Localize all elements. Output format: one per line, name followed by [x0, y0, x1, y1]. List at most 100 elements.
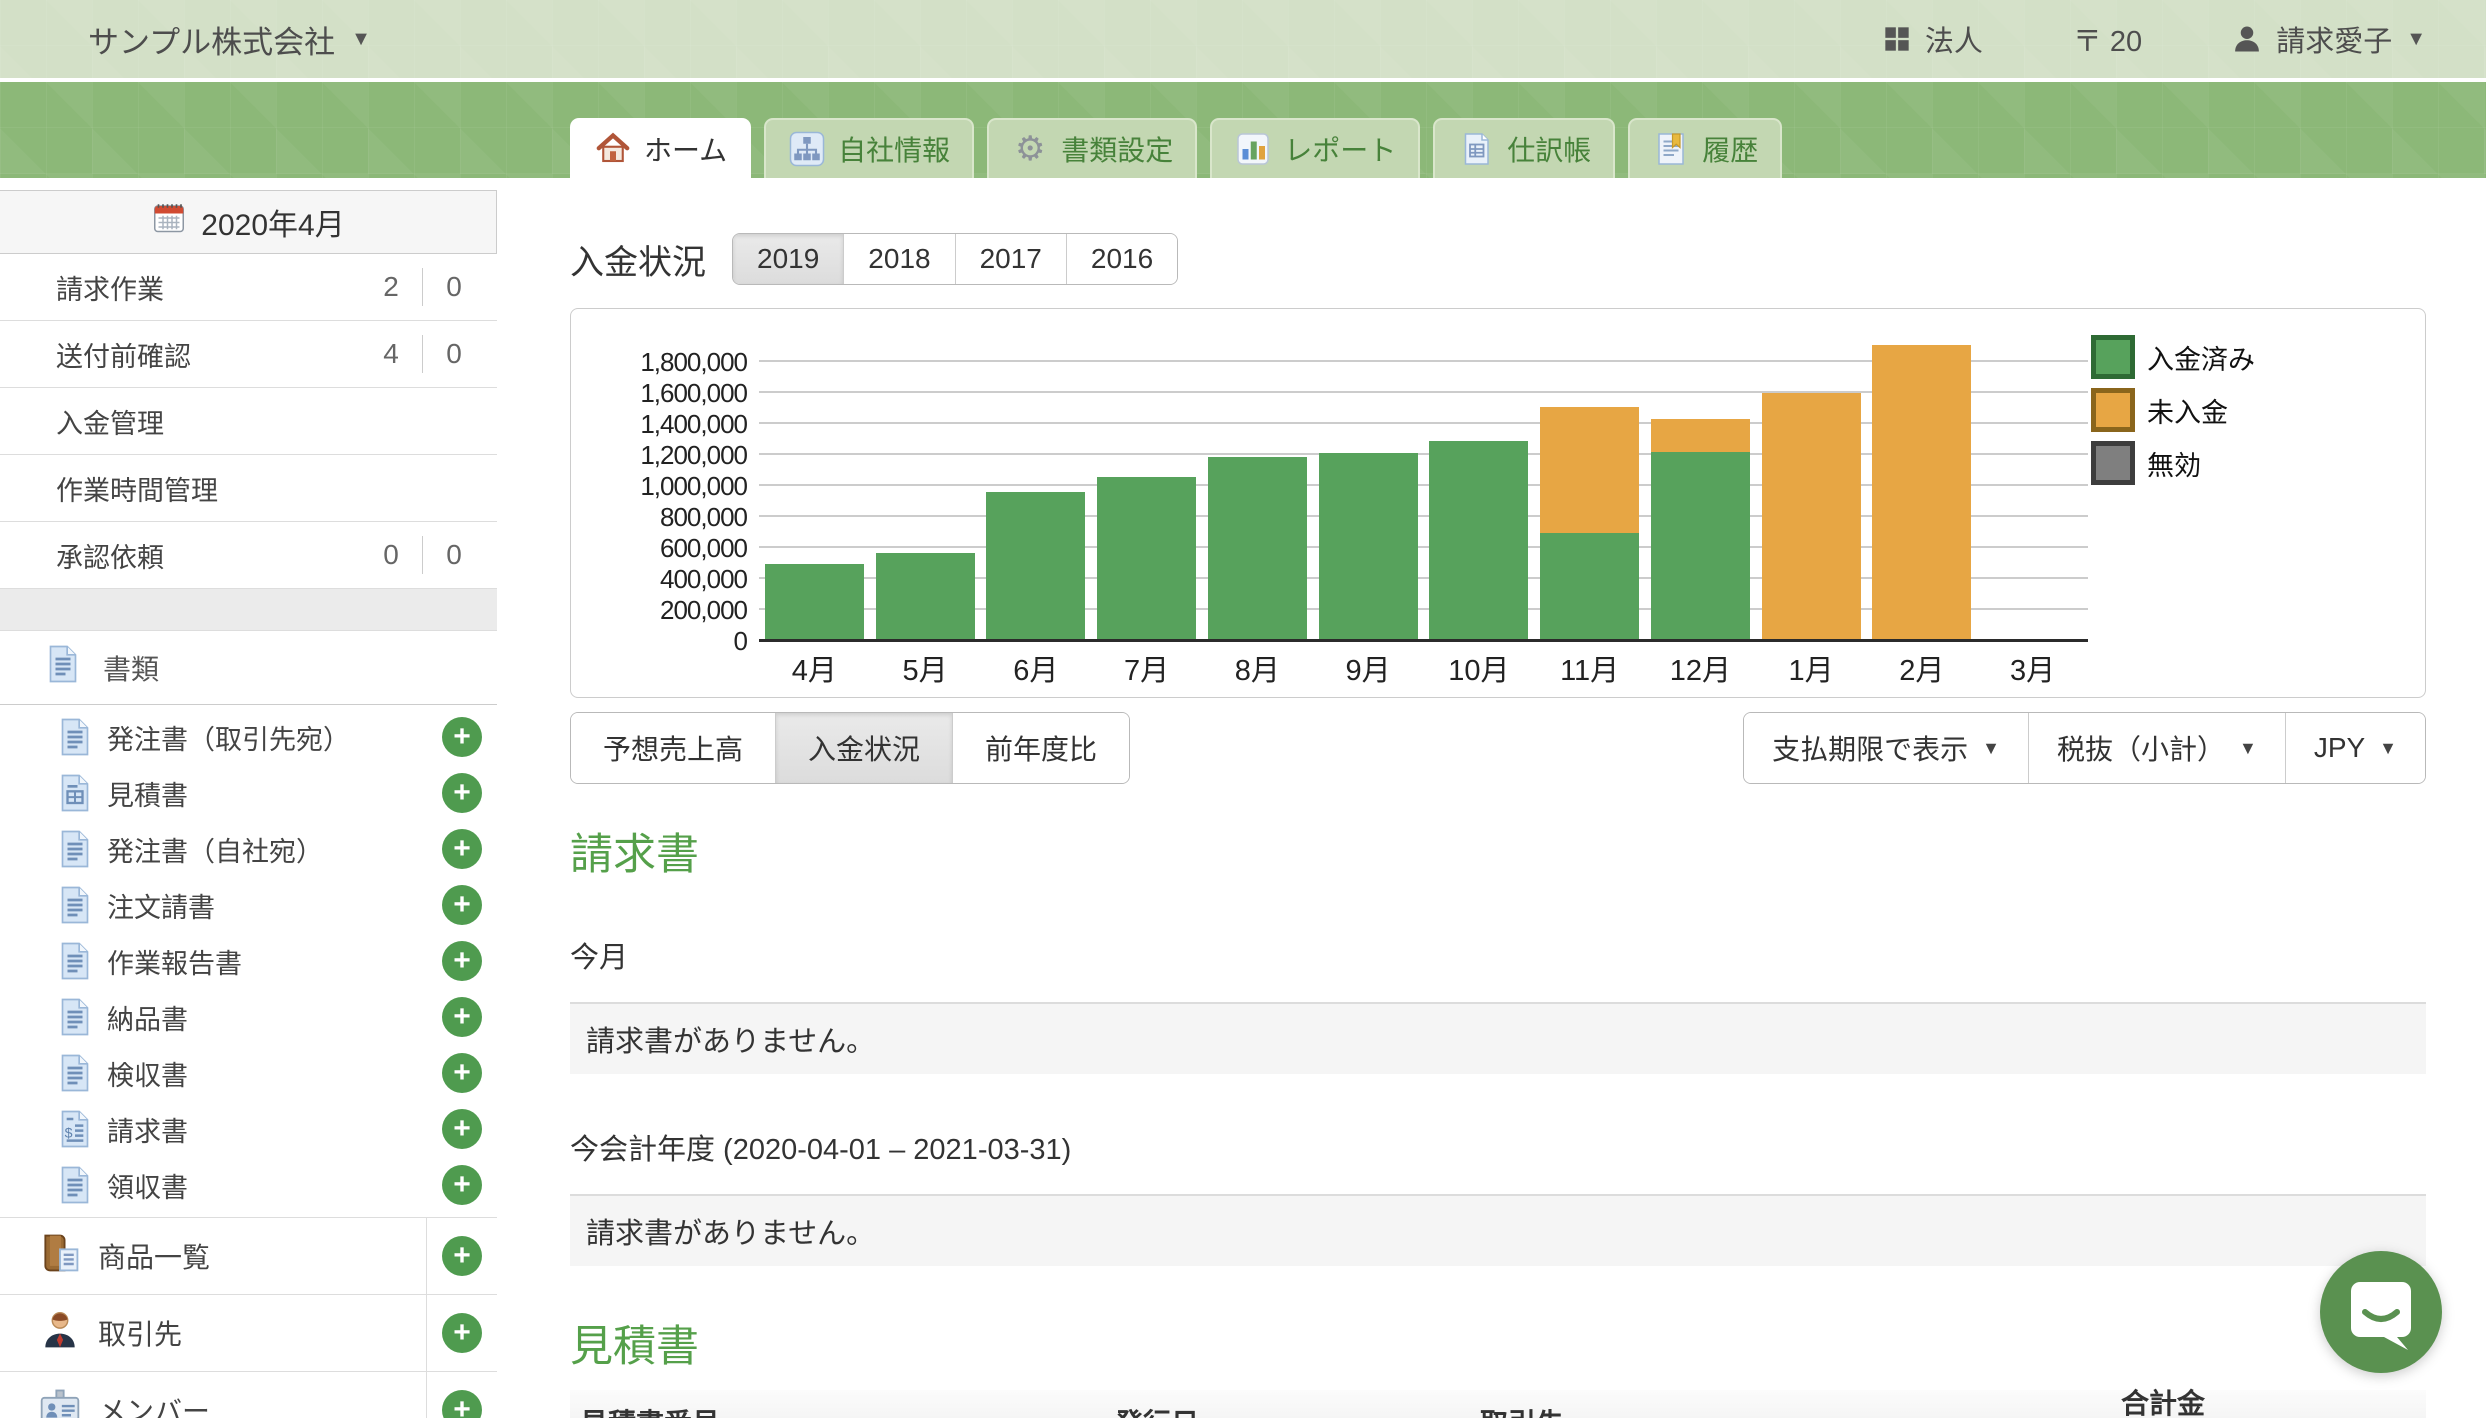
sidebar-item-3[interactable]: 作業時間管理 — [0, 455, 497, 522]
plus-icon: + — [442, 1109, 482, 1149]
company-menu[interactable]: サンプル株式会社 ▼ — [88, 17, 371, 62]
view-toggle-button-2[interactable]: 前年度比 — [952, 713, 1129, 783]
plus-icon: + — [442, 1053, 482, 1093]
sidebar-documents-header[interactable]: 書類 — [0, 631, 497, 705]
postal-count-label: 〒 20 — [2073, 18, 2142, 60]
sidebar-catalog-item-0[interactable]: 商品一覧+ — [0, 1218, 497, 1295]
add-document-button[interactable]: + — [442, 717, 482, 757]
bar-4月 — [759, 309, 870, 641]
add-document-button[interactable]: + — [442, 941, 482, 981]
year-button-label: 2018 — [868, 243, 930, 275]
sidebar-catalog-item-1[interactable]: 取引先+ — [0, 1295, 497, 1372]
document-item-label: 納品書 — [107, 998, 188, 1037]
year-button-2[interactable]: 2017 — [955, 234, 1066, 284]
display-dropdown-0[interactable]: 支払期限で表示▼ — [1744, 713, 2028, 783]
bar-segment-入金済み — [986, 492, 1085, 641]
payment-status-chart: 0200,000400,000600,000800,0001,000,0001,… — [570, 308, 2426, 698]
sidebar-document-item-4[interactable]: 作業報告書+ — [0, 933, 497, 989]
sidebar-item-1[interactable]: 送付前確認40 — [0, 321, 497, 388]
document-item-label: 請求書 — [107, 1110, 188, 1149]
postal-count[interactable]: 〒 20 — [2073, 18, 2142, 60]
plus-icon: + — [442, 997, 482, 1037]
sidebar-item-0[interactable]: 請求作業20 — [0, 254, 497, 321]
user-menu[interactable]: 請求愛子 ▼ — [2232, 18, 2426, 60]
bar-2月 — [1867, 309, 1978, 641]
sidebar-document-item-2[interactable]: 発注書（自社宛）+ — [0, 821, 497, 877]
sidebar-month-header[interactable]: 2020年4月 — [0, 190, 497, 254]
display-dropdown-2[interactable]: JPY▼ — [2285, 713, 2425, 783]
tab-1[interactable]: 自社情報 — [764, 118, 974, 178]
add-catalog-button[interactable]: + — [426, 1218, 497, 1294]
report-icon — [1234, 130, 1272, 168]
tab-3[interactable]: レポート — [1210, 118, 1420, 178]
estimates-column-header-2: 取引先 — [1470, 1402, 2090, 1418]
estimates-table-header: 見積書番号発行日取引先合計金額 — [570, 1390, 2426, 1418]
bar-3月 — [1977, 309, 2088, 641]
display-dropdown-label: 税抜（小計） — [2057, 728, 2225, 768]
svg-text:$: $ — [65, 1125, 73, 1141]
bar-segment-入金済み — [1651, 452, 1750, 641]
chart-section-title: 入金状況 — [570, 235, 706, 284]
main-navbar: ホーム自社情報⚙書類設定レポート 仕訳帳履歴 — [0, 82, 2486, 178]
sidebar-document-item-5[interactable]: 納品書 + — [0, 989, 497, 1045]
add-document-button[interactable]: + — [442, 885, 482, 925]
x-tick-label: 4月 — [759, 647, 870, 689]
add-document-button[interactable]: + — [442, 773, 482, 813]
view-toggle-button-0[interactable]: 予想売上高 — [571, 713, 775, 783]
tab-0[interactable]: ホーム — [570, 118, 751, 178]
sidebar-document-item-6[interactable]: 検収書+ — [0, 1045, 497, 1101]
plus-icon: + — [442, 1236, 482, 1276]
invoices-section-title: 請求書 — [570, 820, 2426, 882]
sidebar-document-item-7[interactable]: $ 請求書 + — [0, 1101, 497, 1157]
add-catalog-button[interactable]: + — [426, 1295, 497, 1371]
chevron-down-icon: ▼ — [2379, 738, 2397, 759]
sidebar-document-item-0[interactable]: 発注書（取引先宛）+ — [0, 709, 497, 765]
plus-icon: + — [442, 1390, 482, 1418]
chart-legend: 入金済み未入金無効 — [2091, 335, 2255, 485]
plus-icon: + — [442, 1165, 482, 1205]
y-tick-label: 800,000 — [571, 502, 747, 533]
chat-launcher-button[interactable] — [2320, 1251, 2442, 1373]
tab-2[interactable]: ⚙書類設定 — [987, 118, 1197, 178]
sidebar-item-4[interactable]: 承認依頼00 — [0, 522, 497, 589]
add-document-button[interactable]: + — [442, 1109, 482, 1149]
year-button-0[interactable]: 2019 — [733, 234, 843, 284]
bar-11月 — [1534, 309, 1645, 641]
view-toggle-button-1[interactable]: 入金状況 — [775, 713, 952, 783]
x-tick-label: 1月 — [1756, 647, 1867, 689]
y-tick-label: 200,000 — [571, 595, 747, 626]
document-item-label: 見積書 — [107, 774, 188, 813]
count-divider — [422, 268, 423, 306]
bar-segment-入金済み — [1540, 533, 1639, 642]
year-button-1[interactable]: 2018 — [843, 234, 954, 284]
tab-label: ホーム — [644, 129, 727, 169]
bar-segment-未入金 — [1872, 345, 1971, 641]
tab-4[interactable]: 仕訳帳 — [1433, 118, 1615, 178]
tab-label: 仕訳帳 — [1507, 129, 1591, 169]
sidebar-catalog-item-2[interactable]: メンバー + — [0, 1372, 497, 1418]
sidebar-document-item-8[interactable]: 領収書+ — [0, 1157, 497, 1213]
count-secondary: 0 — [437, 539, 471, 571]
display-dropdown-1[interactable]: 税抜（小計）▼ — [2028, 713, 2285, 783]
count-primary: 0 — [374, 539, 408, 571]
doc-icon — [55, 941, 95, 981]
add-document-button[interactable]: + — [442, 1053, 482, 1093]
bar-7月 — [1091, 309, 1202, 641]
count-secondary: 0 — [437, 338, 471, 370]
year-button-3[interactable]: 2016 — [1066, 234, 1177, 284]
add-document-button[interactable]: + — [442, 997, 482, 1037]
sidebar-document-item-1[interactable]: 見積書 + — [0, 765, 497, 821]
add-document-button[interactable]: + — [442, 1165, 482, 1205]
tab-5[interactable]: 履歴 — [1628, 118, 1782, 178]
sidebar-item-2[interactable]: 入金管理 — [0, 388, 497, 455]
y-tick-label: 1,200,000 — [571, 440, 747, 471]
add-catalog-button[interactable]: + — [426, 1372, 497, 1418]
topbar: サンプル株式会社 ▼ 法人 〒 20 請求愛子 ▼ — [0, 0, 2486, 78]
sidebar-spacer — [0, 589, 497, 631]
bar-12月 — [1645, 309, 1756, 641]
org-type-menu[interactable]: 法人 — [1883, 18, 1983, 60]
doc-icon — [43, 644, 83, 691]
catalog-item-label: メンバー — [98, 1390, 210, 1418]
sidebar-document-item-3[interactable]: 注文請書+ — [0, 877, 497, 933]
add-document-button[interactable]: + — [442, 829, 482, 869]
